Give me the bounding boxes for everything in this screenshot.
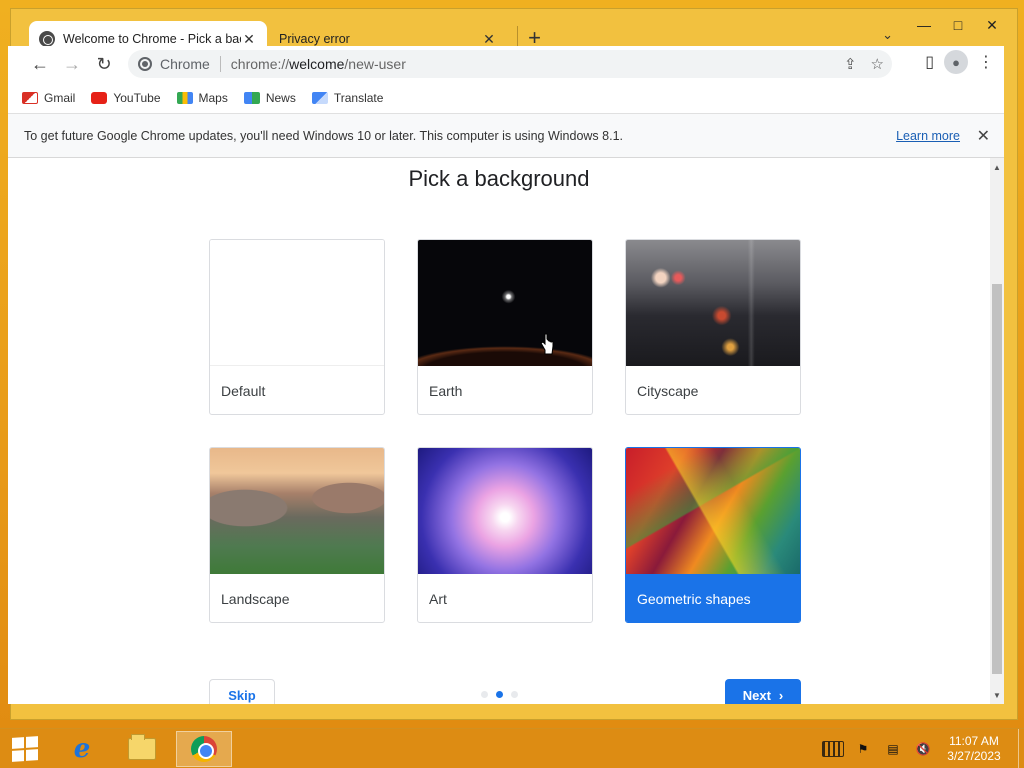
- geometric-shapes-thumbnail: [626, 448, 800, 574]
- toolbar-right: ▯ ● ⋮: [925, 50, 994, 74]
- bookmark-star-icon[interactable]: ☆: [871, 55, 884, 73]
- address-bar[interactable]: Chrome chrome://welcome/new-user ⇪ ☆: [128, 50, 892, 78]
- chrome-icon: [138, 57, 152, 71]
- omnibox-chip: Chrome: [160, 56, 221, 72]
- system-tray: ⚑ ▤ 🔇 11:07 AM 3/27/2023: [818, 729, 1024, 768]
- gmail-icon: [22, 91, 38, 104]
- network-icon[interactable]: ▤: [882, 741, 904, 757]
- volume-muted-icon[interactable]: 🔇: [912, 741, 934, 757]
- step-dot: [511, 691, 518, 698]
- cityscape-thumbnail: [626, 240, 800, 366]
- page-scrollbar[interactable]: ▲ ▼: [990, 158, 1004, 704]
- clock-date: 3/27/2023: [947, 749, 1001, 763]
- landscape-thumbnail: [210, 448, 384, 574]
- step-navigation: Skip Next ›: [209, 679, 801, 704]
- earth-thumbnail: [418, 240, 592, 366]
- back-arrow-icon[interactable]: ←: [24, 48, 56, 80]
- scroll-up-icon[interactable]: ▲: [990, 160, 1004, 174]
- card-label: Cityscape: [637, 383, 699, 399]
- card-label: Landscape: [221, 591, 290, 607]
- art-thumbnail: [418, 448, 592, 574]
- card-label: Geometric shapes: [626, 574, 800, 622]
- show-desktop-button[interactable]: [1018, 729, 1024, 768]
- bookmark-news[interactable]: News: [243, 90, 296, 105]
- globe-icon: [39, 31, 55, 47]
- clock-time: 11:07 AM: [949, 734, 999, 748]
- clock[interactable]: 11:07 AM 3/27/2023: [938, 734, 1010, 764]
- bookmark-label: News: [265, 90, 296, 105]
- taskbar-file-explorer[interactable]: [114, 731, 170, 767]
- close-tab-icon[interactable]: ✕: [241, 31, 257, 48]
- reload-icon[interactable]: ↻: [88, 48, 120, 80]
- chrome-icon: [191, 736, 217, 762]
- background-card-earth[interactable]: Earth: [417, 239, 593, 415]
- maximize-icon[interactable]: □: [941, 13, 975, 37]
- next-label: Next: [742, 687, 771, 703]
- bookmark-youtube[interactable]: YouTube: [91, 90, 161, 105]
- windows-start-icon[interactable]: [12, 736, 38, 762]
- menu-kebab-icon[interactable]: ⋮: [978, 52, 994, 72]
- step-dots: [481, 691, 518, 698]
- youtube-icon: [91, 91, 108, 104]
- background-grid: Default Earth Cityscape Landscape Art Ge…: [209, 239, 801, 623]
- step-dot: [481, 691, 488, 698]
- toolbar: ← → ↻ Chrome chrome://welcome/new-user ⇪…: [8, 46, 1004, 82]
- bookmark-maps[interactable]: Maps: [176, 90, 228, 105]
- background-card-cityscape[interactable]: Cityscape: [625, 239, 801, 415]
- bookmark-label: Maps: [198, 90, 228, 105]
- background-card-geometric-shapes[interactable]: Geometric shapes: [625, 447, 801, 623]
- background-card-art[interactable]: Art: [417, 447, 593, 623]
- news-icon: [243, 91, 260, 104]
- minimize-icon[interactable]: —: [907, 13, 941, 37]
- tab-search-icon[interactable]: ⌄: [882, 27, 893, 43]
- background-card-default[interactable]: Default: [209, 239, 385, 415]
- next-button[interactable]: Next ›: [725, 679, 801, 704]
- bookmarks-bar: Gmail YouTube Maps News Translate: [8, 82, 1004, 114]
- background-card-landscape[interactable]: Landscape: [209, 447, 385, 623]
- taskbar-internet-explorer[interactable]: e: [54, 731, 110, 767]
- chevron-right-icon: ›: [778, 687, 784, 703]
- scroll-down-icon[interactable]: ▼: [990, 688, 1004, 702]
- close-window-icon[interactable]: ✕: [975, 13, 1009, 37]
- update-infobar: To get future Google Chrome updates, you…: [8, 114, 1004, 158]
- bookmark-label: Gmail: [44, 90, 76, 105]
- hand-cursor-icon: [540, 333, 554, 355]
- url-text: chrome://welcome/new-user: [230, 56, 406, 72]
- translate-icon: [311, 91, 328, 104]
- bookmark-gmail[interactable]: Gmail: [22, 91, 75, 105]
- card-label: Earth: [429, 383, 463, 399]
- bookmark-label: Translate: [333, 90, 384, 105]
- profile-avatar-icon[interactable]: ●: [944, 50, 968, 74]
- scroll-thumb[interactable]: [992, 284, 1002, 674]
- side-panel-icon[interactable]: ▯: [925, 52, 934, 72]
- folder-icon: [128, 734, 156, 760]
- card-label: Art: [429, 591, 447, 607]
- maps-icon: [176, 91, 193, 104]
- skip-button[interactable]: Skip: [209, 679, 275, 704]
- taskbar: e ⚑ ▤ 🔇 11:07 AM 3/27/2023: [0, 728, 1024, 768]
- tab-title: Privacy error: [279, 32, 350, 46]
- omnibox-actions: ⇪ ☆: [844, 55, 884, 73]
- step-dot-active: [496, 691, 503, 698]
- page-content: Pick a background Default Earth Cityscap…: [8, 158, 1004, 704]
- bookmark-label: YouTube: [113, 90, 161, 105]
- window-controls: — □ ✕: [907, 13, 1009, 37]
- close-tab-icon[interactable]: ✕: [481, 31, 497, 48]
- learn-more-link[interactable]: Learn more: [896, 129, 960, 143]
- internet-explorer-icon: e: [73, 734, 91, 764]
- page-title: Pick a background: [408, 166, 590, 191]
- taskbar-chrome[interactable]: [176, 731, 232, 767]
- bookmark-translate[interactable]: Translate: [311, 90, 384, 105]
- default-thumbnail: [210, 240, 384, 366]
- close-infobar-icon[interactable]: ✕: [977, 126, 990, 146]
- tab-title: Welcome to Chrome - Pick a bac: [63, 32, 241, 46]
- flag-icon[interactable]: ⚑: [852, 741, 874, 757]
- share-icon[interactable]: ⇪: [844, 55, 857, 73]
- infobar-message: To get future Google Chrome updates, you…: [24, 128, 623, 143]
- keyboard-icon[interactable]: [822, 741, 844, 757]
- forward-arrow-icon[interactable]: →: [56, 48, 88, 80]
- card-label: Default: [221, 383, 266, 399]
